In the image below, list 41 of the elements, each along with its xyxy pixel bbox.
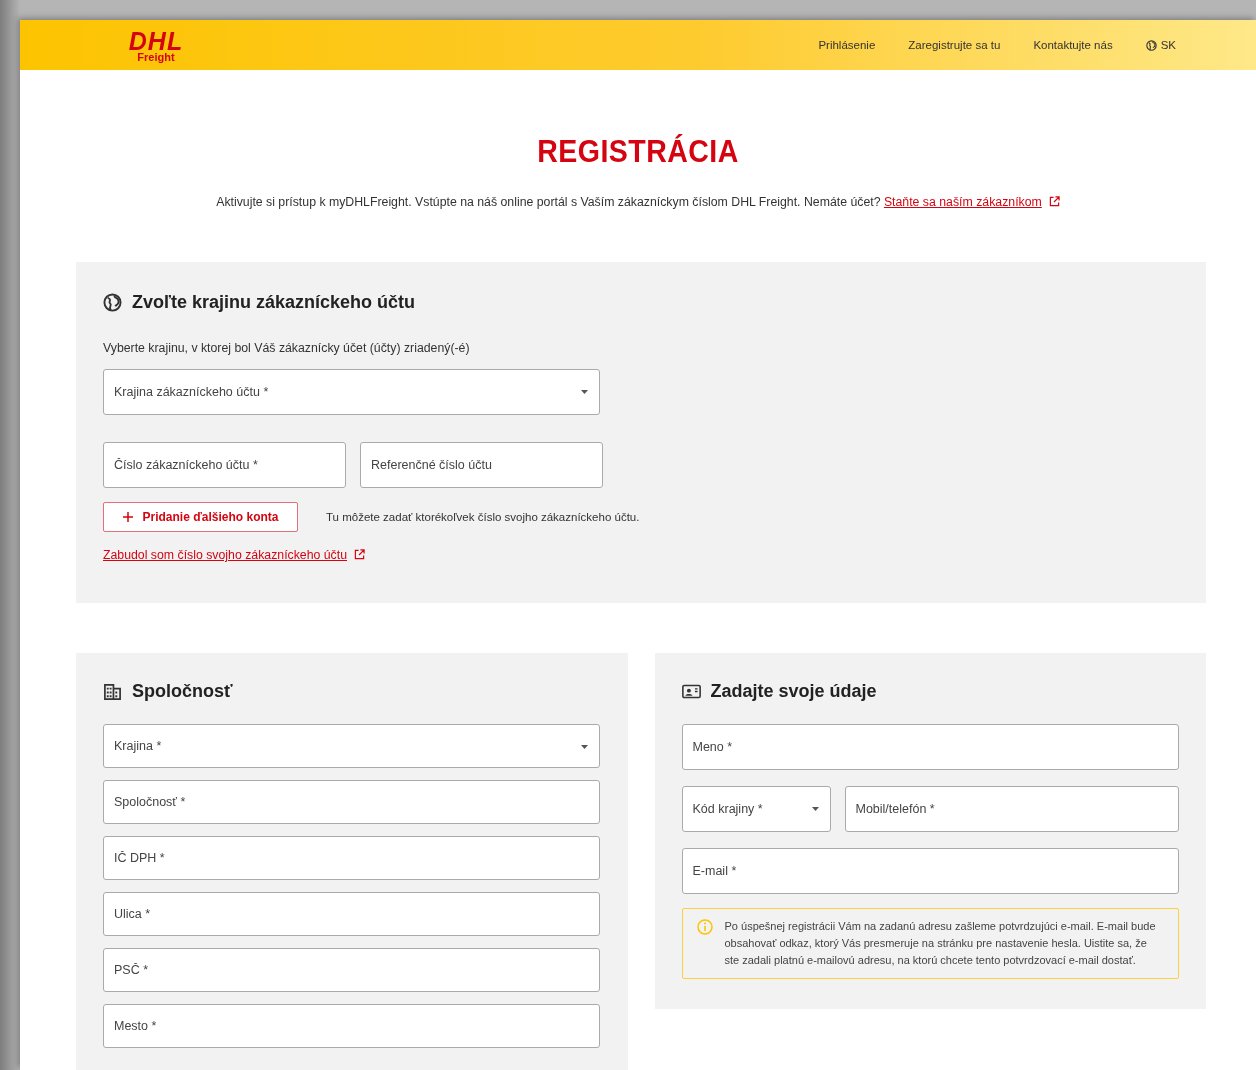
- hint-text: Tu môžete zadať ktorékoľvek číslo svojho zákazníckeho účtu.: [326, 511, 640, 523]
- add-account-button[interactable]: Pridanie ďalšieho konta: [103, 502, 298, 532]
- plus-icon: [122, 512, 133, 522]
- signup-link[interactable]: Staňte sa naším zákazníkom: [883, 195, 1042, 209]
- info-text: Po úspešnej registrácii Vám na zadanú adresu zašleme potvrdzujúci e-mail. E-mail bude obsahovať odkaz, ktorý Vás presmeruje na stránku pre nastavenie hesla. Uistite sa, že ste zadali platnú e-mailovú adresu, na ktorú chcete tento potvrdzovací e-mail dostať.: [724, 919, 1157, 968]
- nav-link[interactable]: Zaregistrujte sa tu: [908, 39, 1001, 51]
- external-link-icon: [1048, 196, 1060, 207]
- id-card-icon: [681, 682, 701, 701]
- input-field[interactable]: Mobil/telefón *: [844, 786, 1179, 832]
- input-field[interactable]: E-mail *: [681, 848, 1179, 894]
- nav-link[interactable]: Kontaktujte nás: [1033, 39, 1113, 51]
- globe-icon: [1145, 39, 1157, 51]
- nav-link[interactable]: Prihlásenie: [818, 39, 876, 51]
- caret-icon: [581, 390, 588, 394]
- input-field[interactable]: IČ DPH *: [103, 836, 600, 880]
- external-link-icon: [354, 549, 366, 560]
- section-description: Vyberte krajinu, v ktorej bol Váš zákaznícky účet (účty) zriadený(-é): [103, 341, 471, 355]
- caret-icon: [581, 745, 588, 749]
- section-heading: Spoločnosť: [132, 681, 233, 702]
- section-heading: Zadajte svoje údaje: [710, 681, 877, 702]
- page-title: REGISTRÁCIA: [536, 134, 740, 170]
- input-field[interactable]: Meno *: [681, 724, 1179, 770]
- input-field[interactable]: Referenčné číslo účtu: [360, 442, 603, 488]
- intro-text: Aktivujte si prístup k myDHLFreight. Vstúpte na náš online portál s Vaším zákazníckym číslom DHL Freight. Nemáte účet? Staňte sa naším zákazníkom: [20, 195, 1256, 209]
- forgot-account-link[interactable]: Zabudol som číslo svojho zákazníckeho účtu: [103, 548, 348, 562]
- language-selector[interactable]: SK: [1145, 39, 1176, 51]
- logo-subtitle: Freight: [137, 52, 175, 63]
- input-field[interactable]: PSČ *: [103, 948, 600, 992]
- caret-icon: [811, 807, 819, 811]
- select-field[interactable]: Krajina zákazníckeho účtu *: [103, 369, 600, 415]
- building-icon: [103, 682, 122, 701]
- logo-wordmark: DHL: [128, 27, 184, 54]
- select-field[interactable]: Kód krajiny *: [681, 786, 831, 832]
- select-field[interactable]: Krajina *: [103, 724, 600, 768]
- input-field[interactable]: Číslo zákazníckeho účtu *: [103, 442, 346, 488]
- input-field[interactable]: Mesto *: [103, 1004, 600, 1048]
- globe-icon: [103, 293, 122, 312]
- input-field[interactable]: Spoločnosť *: [103, 780, 600, 824]
- input-field[interactable]: Ulica *: [103, 892, 600, 936]
- info-icon: [696, 919, 713, 935]
- section-heading: Zvoľte krajinu zákazníckeho účtu: [132, 292, 415, 313]
